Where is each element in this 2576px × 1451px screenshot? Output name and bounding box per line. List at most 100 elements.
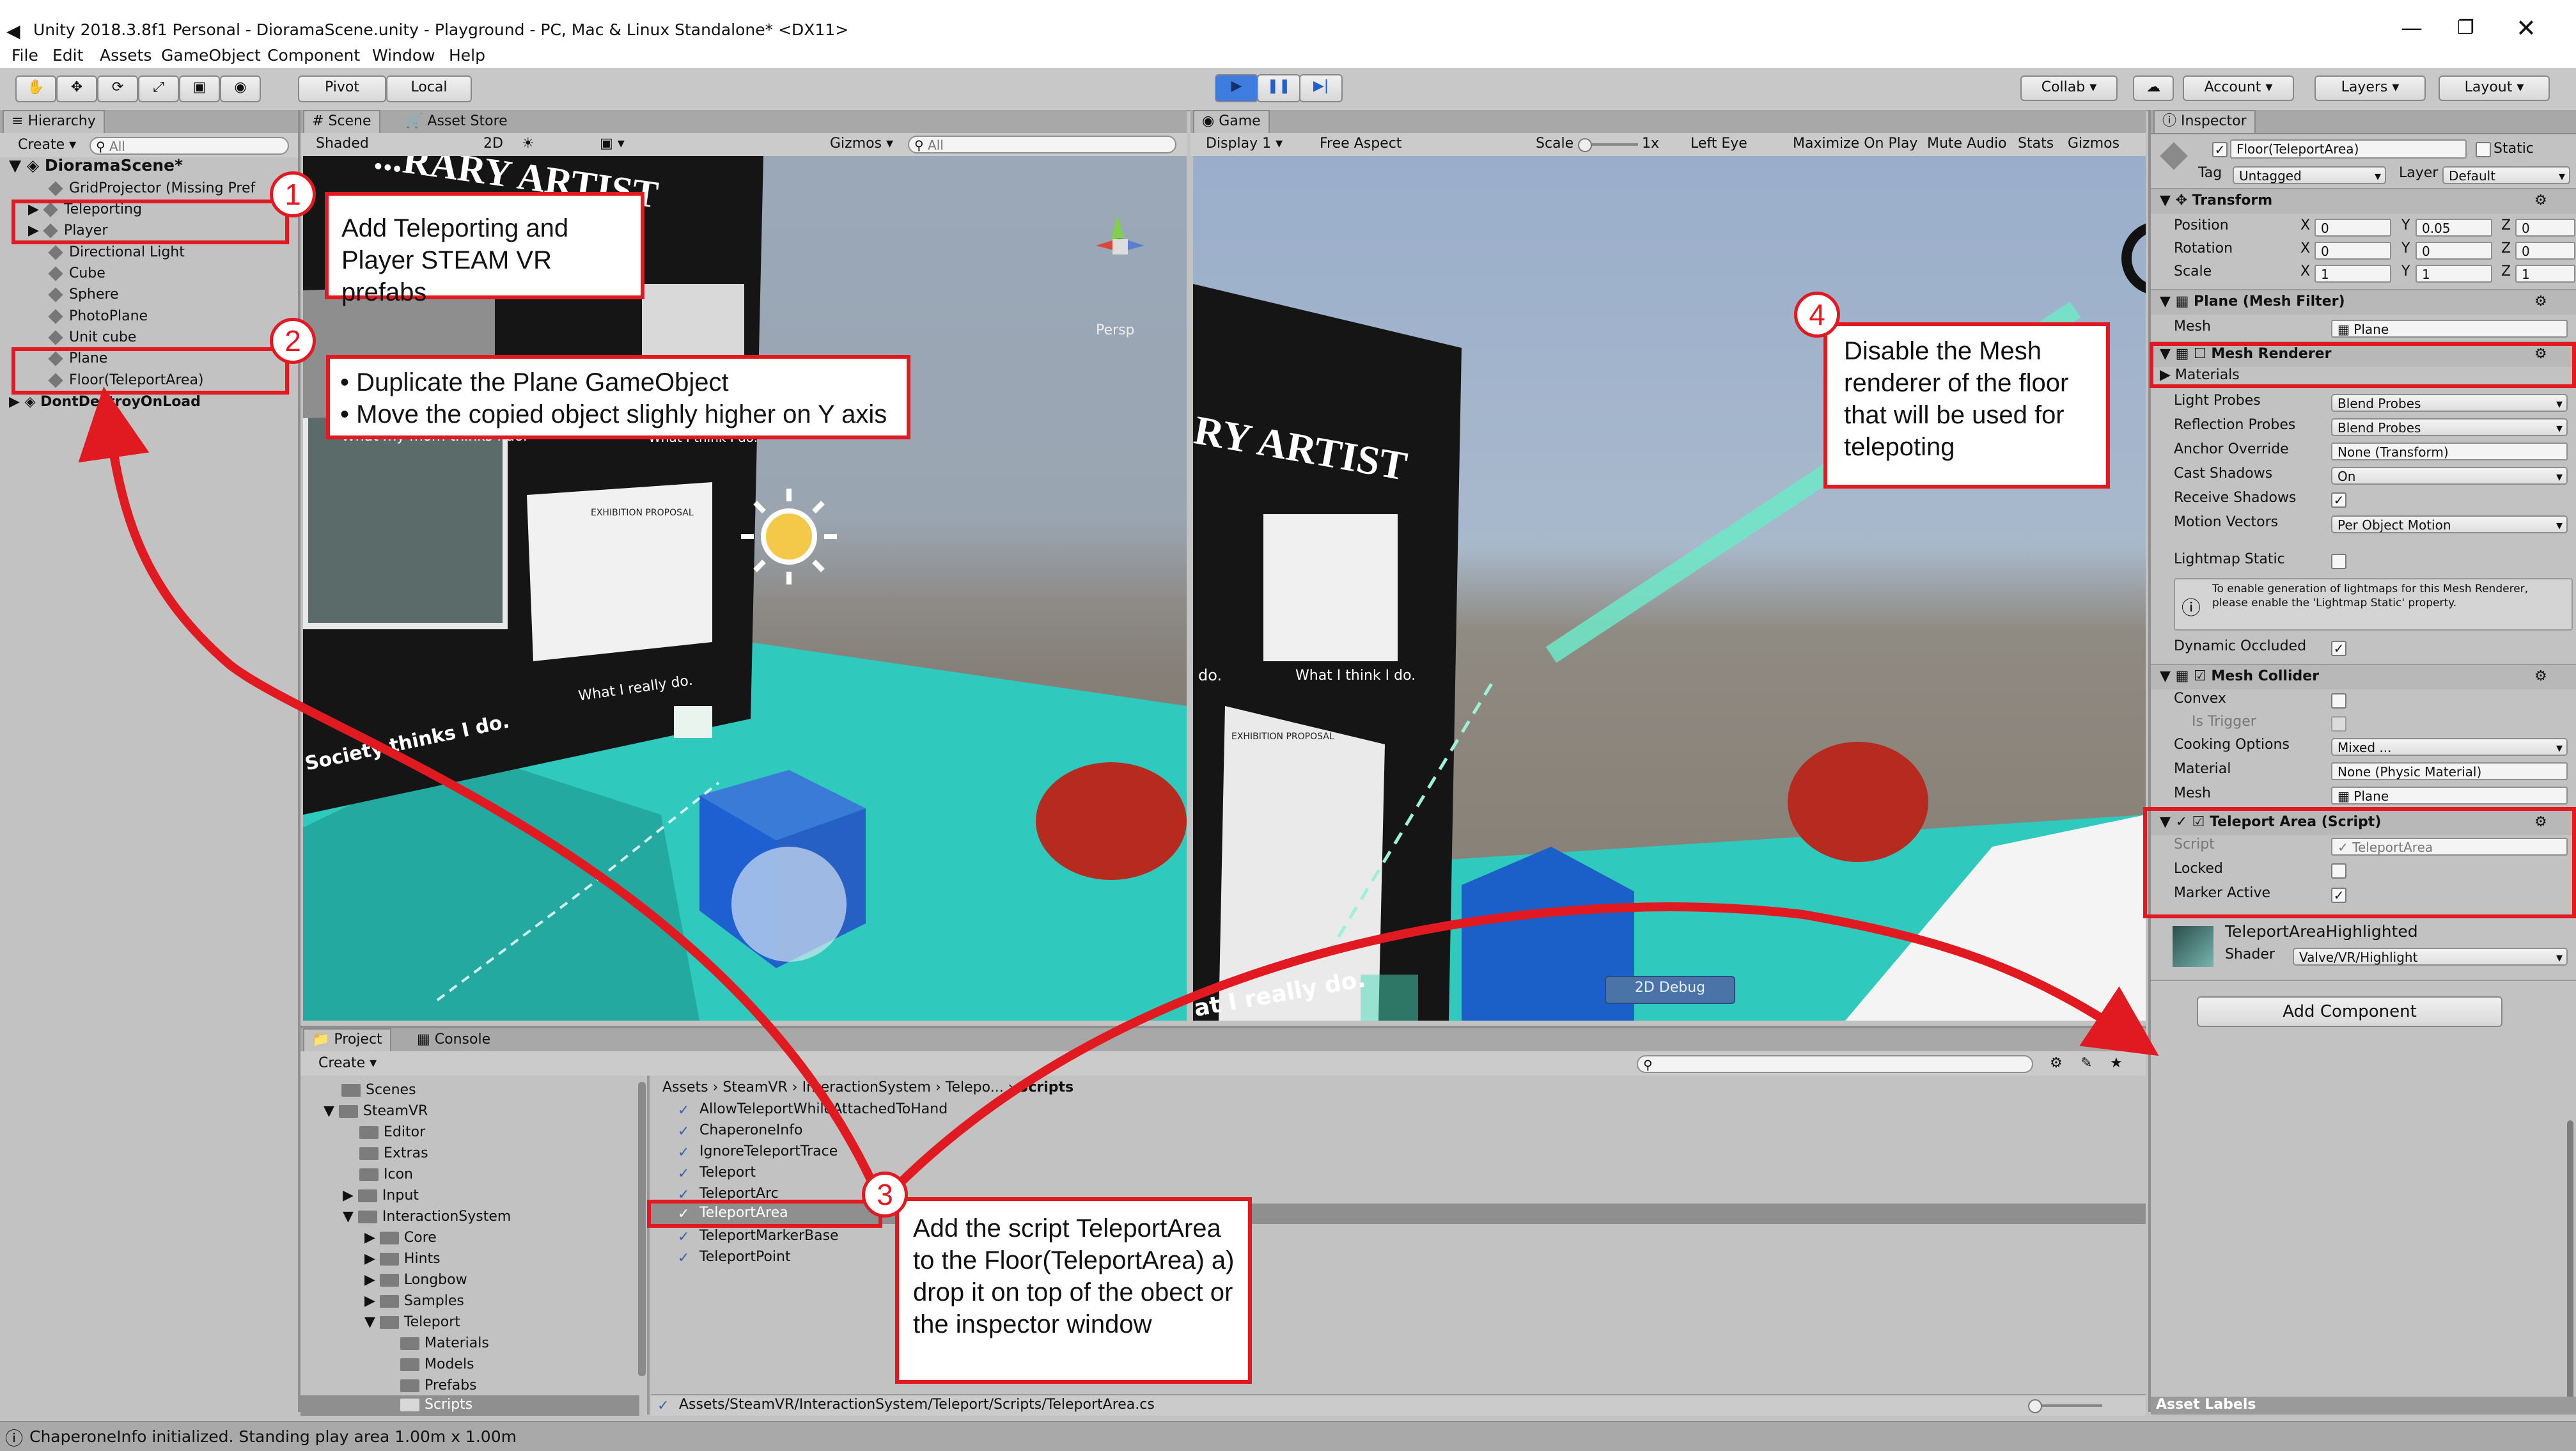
cooking-options-dropdown[interactable]: Mixed ...	[2331, 738, 2568, 756]
hierarchy-row[interactable]: GridProjector (Missing Pref	[48, 179, 255, 198]
folder-item[interactable]: ▶ Samples	[364, 1292, 464, 1311]
display-dropdown[interactable]: Display 1 ▾	[1206, 134, 1283, 153]
collider-material-field[interactable]: None (Physic Material)	[2331, 762, 2568, 780]
icon-size-slider[interactable]	[2028, 1399, 2102, 1413]
hierarchy-search-input[interactable]: ⚲ All	[90, 137, 289, 155]
tab-hierarchy[interactable]: ≡ Hierarchy	[3, 110, 105, 133]
reflection-probes-dropdown[interactable]: Blend Probes	[2331, 418, 2568, 436]
component-settings-icon[interactable]: ⚙	[2534, 292, 2547, 311]
add-component-button[interactable]: Add Component	[2197, 996, 2502, 1027]
filter-by-type-icon[interactable]: ⚙	[2050, 1054, 2063, 1073]
breadcrumb-item[interactable]: Telepo...	[946, 1079, 1004, 1095]
hierarchy-row[interactable]: PhotoPlane	[48, 307, 148, 326]
local-toggle[interactable]: Local	[386, 75, 472, 102]
step-button[interactable]: ▶|	[1299, 74, 1343, 102]
inspector-scrollbar[interactable]	[2567, 1120, 2573, 1408]
tab-scene[interactable]: # Scene	[303, 110, 380, 133]
scale-slider-thumb[interactable]	[1578, 138, 1592, 152]
mesh-field[interactable]: ▦ Plane	[2331, 320, 2568, 338]
position-z-field[interactable]: 0	[2515, 219, 2575, 237]
component-settings-icon[interactable]: ⚙	[2534, 667, 2547, 686]
lightmap-static-checkbox[interactable]	[2331, 554, 2346, 569]
file-item[interactable]: ✓ ChaperoneInfo	[678, 1121, 802, 1140]
account-dropdown[interactable]: Account ▾	[2183, 75, 2294, 101]
scale-z-field[interactable]: 1	[2515, 265, 2575, 283]
tree-scrollbar[interactable]	[638, 1082, 646, 1376]
rotation-y-field[interactable]: 0	[2416, 242, 2492, 260]
file-item[interactable]: ✓ Teleport	[678, 1163, 756, 1182]
folder-item[interactable]: ▶ Longbow	[364, 1271, 467, 1290]
folder-item[interactable]: Extras	[359, 1144, 428, 1163]
folder-item[interactable]: Icon	[359, 1165, 413, 1184]
breadcrumb-item[interactable]: InteractionSystem	[802, 1079, 931, 1095]
folder-item[interactable]: Materials	[400, 1334, 489, 1353]
menu-component[interactable]: Component	[267, 45, 360, 67]
tab-project[interactable]: 📁 Project	[303, 1028, 391, 1051]
folder-item[interactable]: ▶ Core	[364, 1228, 437, 1248]
folder-item[interactable]: Editor	[359, 1123, 425, 1142]
shader-dropdown[interactable]: Valve/VR/Highlight	[2293, 948, 2568, 966]
stats-toggle[interactable]: Stats	[2018, 134, 2054, 153]
game-gizmos-dropdown[interactable]: Gizmos	[2068, 134, 2119, 153]
file-item[interactable]: ✓ TeleportPoint	[678, 1248, 791, 1267]
scale-x-field[interactable]: 1	[2314, 265, 2391, 283]
move-tool-button[interactable]: ✥	[56, 75, 97, 102]
collab-button[interactable]: Collab ▾	[2020, 75, 2118, 101]
hierarchy-row[interactable]: Unit cube	[48, 328, 136, 347]
2d-debug-button[interactable]: 2D Debug	[1605, 976, 1735, 1004]
breadcrumb-current[interactable]: Scripts	[1018, 1079, 1073, 1095]
project-search-input[interactable]: ⚲	[1637, 1055, 2033, 1073]
scene-search-input[interactable]: ⚲ All	[908, 136, 1176, 153]
folder-item[interactable]: ▶ Hints	[364, 1250, 441, 1269]
transform-tool-button[interactable]: ◉	[220, 75, 261, 102]
menu-file[interactable]: File	[12, 45, 38, 67]
hand-tool-button[interactable]: ✋	[15, 75, 56, 102]
rotate-tool-button[interactable]: ⟳	[97, 75, 138, 102]
file-item[interactable]: ✓ AllowTeleportWhileAttachedToHand	[678, 1100, 948, 1119]
breadcrumb-item[interactable]: SteamVR	[722, 1079, 787, 1095]
position-x-field[interactable]: 0	[2314, 219, 2391, 237]
menu-gameobject[interactable]: GameObject	[161, 45, 261, 67]
rotation-z-field[interactable]: 0	[2515, 242, 2575, 260]
rect-tool-button[interactable]: ▣	[179, 75, 220, 102]
scene-gizmos-dropdown[interactable]: Gizmos ▾	[830, 134, 893, 153]
menu-assets[interactable]: Assets	[100, 45, 152, 67]
object-name-field[interactable]: Floor(TeleportArea)	[2230, 139, 2467, 159]
cast-shadows-dropdown[interactable]: On	[2331, 467, 2568, 485]
hierarchy-row[interactable]: Sphere	[48, 285, 119, 304]
folder-item[interactable]: ▼ SteamVR	[324, 1102, 428, 1121]
hierarchy-create-button[interactable]: Create ▾	[18, 136, 76, 155]
play-button[interactable]: ▶	[1215, 74, 1258, 102]
tab-asset-store[interactable]: 🛒 Asset Store	[396, 110, 517, 133]
rotation-x-field[interactable]: 0	[2314, 242, 2391, 260]
breadcrumb-item[interactable]: Assets	[662, 1079, 708, 1095]
menu-edit[interactable]: Edit	[52, 45, 83, 67]
static-checkbox[interactable]	[2476, 142, 2491, 157]
folder-item[interactable]: Prefabs	[400, 1376, 477, 1395]
layer-dropdown[interactable]: Default	[2442, 166, 2570, 184]
maximize-icon[interactable]: ❐	[2457, 17, 2474, 39]
anchor-override-field[interactable]: None (Transform)	[2331, 443, 2568, 460]
aspect-dropdown[interactable]: Free Aspect	[1320, 134, 1401, 153]
file-item[interactable]: ✓ TeleportMarkerBase	[678, 1227, 839, 1246]
tab-console[interactable]: ▦ Console	[408, 1028, 500, 1051]
minimize-icon[interactable]: —	[2401, 15, 2423, 41]
dynamic-occluded-checkbox[interactable]: ✓	[2331, 641, 2346, 656]
receive-shadows-checkbox[interactable]: ✓	[2331, 492, 2346, 508]
tab-game[interactable]: ◉ Game	[1193, 110, 1270, 133]
project-create-button[interactable]: Create ▾	[318, 1054, 377, 1073]
is-trigger-checkbox[interactable]	[2331, 716, 2346, 732]
folder-item[interactable]: Models	[400, 1355, 474, 1374]
active-checkbox[interactable]: ✓	[2212, 142, 2228, 157]
shading-mode-dropdown[interactable]: Shaded	[316, 134, 369, 153]
cloud-button[interactable]: ☁	[2133, 75, 2174, 101]
lighting-toggle-icon[interactable]: ☀	[522, 134, 535, 153]
convex-checkbox[interactable]	[2331, 693, 2346, 709]
transform-header[interactable]: ▼ ✥ Transform ⚙	[2151, 188, 2576, 214]
eye-dropdown[interactable]: Left Eye	[1690, 134, 1747, 153]
folder-item[interactable]: ▶ Input	[343, 1186, 419, 1205]
scene-root-row[interactable]: ▼ ◈ DioramaScene*	[9, 155, 183, 176]
light-probes-dropdown[interactable]: Blend Probes	[2331, 394, 2568, 412]
collider-mesh-field[interactable]: ▦ Plane	[2331, 787, 2568, 804]
folder-item-selected[interactable]: Scripts	[301, 1395, 639, 1416]
